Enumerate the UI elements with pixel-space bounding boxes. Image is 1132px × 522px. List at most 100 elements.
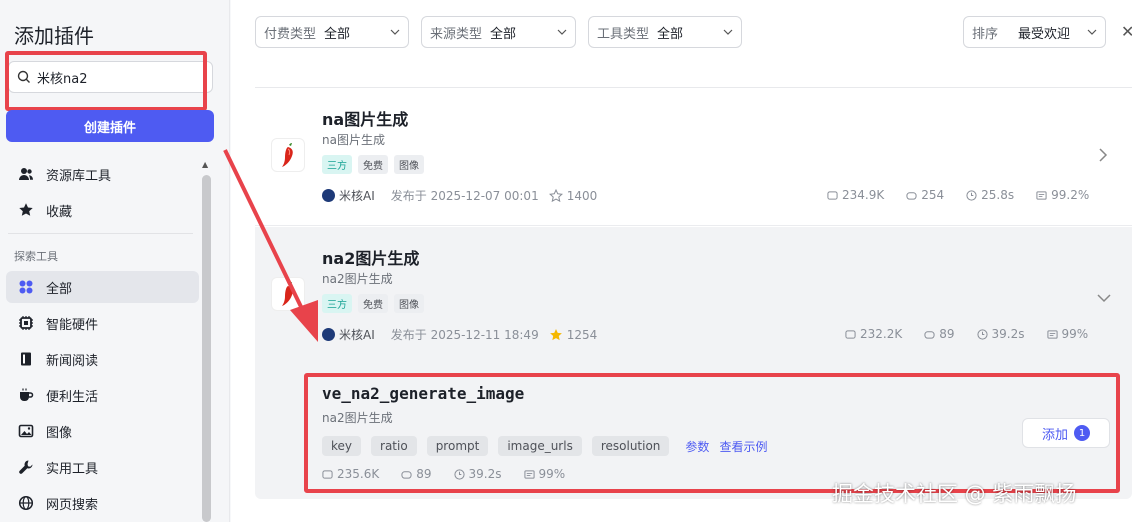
chevron-down-icon [390,29,400,35]
tool-description: na2图片生成 [322,411,393,425]
sidebar-item-label: 便利生活 [46,389,99,405]
star-count: 1254 [566,327,598,342]
stat-value: 232.2K [860,327,903,341]
bot-icon [906,191,917,200]
tool-stats: 235.6K 89 39.2s 99% [322,467,587,481]
filter-pay-type[interactable]: 付费类型 全部 [255,16,409,48]
publish-date: 发布于 2025-12-07 00:01 [390,189,539,203]
filter-value: 全部 [324,26,351,42]
star-count: 1400 [566,188,598,203]
plugin-logo-pepper-icon [271,277,305,311]
filter-label: 工具类型 [597,26,650,42]
grid-icon [18,279,34,295]
create-plugin-button[interactable]: 创建插件 [6,110,214,142]
search-input[interactable] [37,69,197,85]
author-name: 米核AI [339,328,375,342]
filter-tool-type[interactable]: 工具类型 全部 [588,16,742,48]
param-chip: resolution [591,436,670,456]
message-icon [1036,190,1047,200]
sidebar-item-news[interactable]: 新闻阅读 [6,343,199,375]
author-name: 米核AI [339,189,375,203]
book-icon [18,351,34,367]
chevron-down-icon[interactable] [1097,293,1111,303]
sidebar-item-label: 全部 [46,281,73,297]
sidebar: 添加插件 创建插件 ▲ 资源库工具 收藏 探索工具 全部 智能硬件 [0,0,230,522]
search-icon [17,70,30,83]
stat-value: 89 [416,467,432,481]
sidebar-item-favorites[interactable]: 收藏 [6,194,199,226]
sidebar-item-utility[interactable]: 实用工具 [6,451,199,483]
chevron-right-icon[interactable] [1098,148,1108,162]
param-chip: prompt [426,436,489,456]
bot-icon [924,330,935,339]
stat-bots: 89 [401,467,432,481]
stat-latency: 25.8s [966,188,1014,202]
sidebar-item-web-search[interactable]: 网页搜索 [6,487,199,519]
message-icon [523,469,535,479]
call-icon [845,329,856,339]
plugin-card[interactable]: na图片生成 na图片生成 三方 免费 图像 米核AI 发布于 2025-12-… [255,88,1132,226]
tag: 三方 [322,155,352,174]
plugin-meta: 米核AI 发布于 2025-12-11 18:49 1254 [322,326,597,343]
stat-value: 254 [921,188,945,202]
stat-success: 99% [523,467,565,481]
stat-bots: 89 [924,327,955,341]
param-chip: image_urls [498,436,582,456]
stat-latency: 39.2s [976,327,1025,341]
view-example-link[interactable]: 查看示例 [719,438,767,455]
sidebar-item-hardware[interactable]: 智能硬件 [6,307,199,339]
publish-date: 发布于 2025-12-11 18:49 [390,328,539,342]
stat-value: 39.2s [991,327,1025,341]
sort-select[interactable]: 排序 最受欢迎 [963,16,1106,48]
close-icon[interactable]: ✕ [1121,22,1132,41]
watermark: 掘金技术社区 @ 紫雨飘扬 [832,482,1077,506]
tag: 三方 [322,294,352,313]
sidebar-item-label: 实用工具 [46,461,99,477]
filter-label: 来源类型 [430,26,483,42]
plugin-title: na2图片生成 [322,249,420,268]
users-icon [18,166,34,182]
sidebar-item-all[interactable]: 全部 [6,271,199,303]
param-chip: ratio [371,436,417,456]
filter-label: 付费类型 [264,26,317,42]
main-panel: 付费类型 全部 来源类型 全部 工具类型 全部 排序 最受欢迎 ✕ na图片生成… [231,0,1132,522]
sidebar-item-life[interactable]: 便利生活 [6,379,199,411]
tag: 图像 [394,155,424,174]
plugin-card-expanded[interactable]: na2图片生成 na2图片生成 三方 免费 图像 米核AI 发布于 2025-1… [255,227,1132,366]
search-box[interactable] [8,61,213,93]
stat-success: 99% [1046,327,1088,341]
clock-icon [976,328,988,340]
chip-icon [18,315,34,331]
image-icon [18,423,34,439]
stat-calls: 232.2K [845,327,902,341]
filter-value: 全部 [490,26,517,42]
sidebar-item-label: 图像 [46,425,73,441]
stat-success: 99.2% [1036,188,1089,202]
tag: 免费 [358,294,388,313]
plugin-meta: 米核AI 发布于 2025-12-07 00:01 1400 [322,187,597,204]
params-link[interactable]: 参数 [685,438,709,455]
plugin-stats: 232.2K 89 39.2s 99% [823,327,1088,341]
scroll-up-arrow-icon[interactable]: ▲ [202,160,208,169]
tag: 免费 [358,155,388,174]
add-count-badge: 1 [1074,425,1090,441]
plugin-title: na图片生成 [322,110,409,129]
add-tool-button[interactable]: 添加 1 [1022,418,1110,448]
filter-source-type[interactable]: 来源类型 全部 [421,16,576,48]
filter-value: 最受欢迎 [1018,26,1071,42]
sidebar-item-library[interactable]: 资源库工具 [6,158,199,190]
stat-value: 25.8s [981,188,1015,202]
sidebar-item-label: 智能硬件 [46,317,99,333]
chevron-down-icon [557,29,567,35]
star-icon [18,202,34,218]
stat-value: 39.2s [468,467,502,481]
sidebar-item-image[interactable]: 图像 [6,415,199,447]
stat-calls: 235.6K [322,467,379,481]
star-outline-icon [548,188,563,202]
sidebar-item-label: 资源库工具 [46,168,112,184]
star-filled-icon [549,328,562,340]
stat-value: 235.6K [337,467,380,481]
sidebar-item-label: 收藏 [46,204,73,220]
sidebar-scrollbar[interactable] [202,175,211,522]
stat-value: 234.9K [842,188,885,202]
